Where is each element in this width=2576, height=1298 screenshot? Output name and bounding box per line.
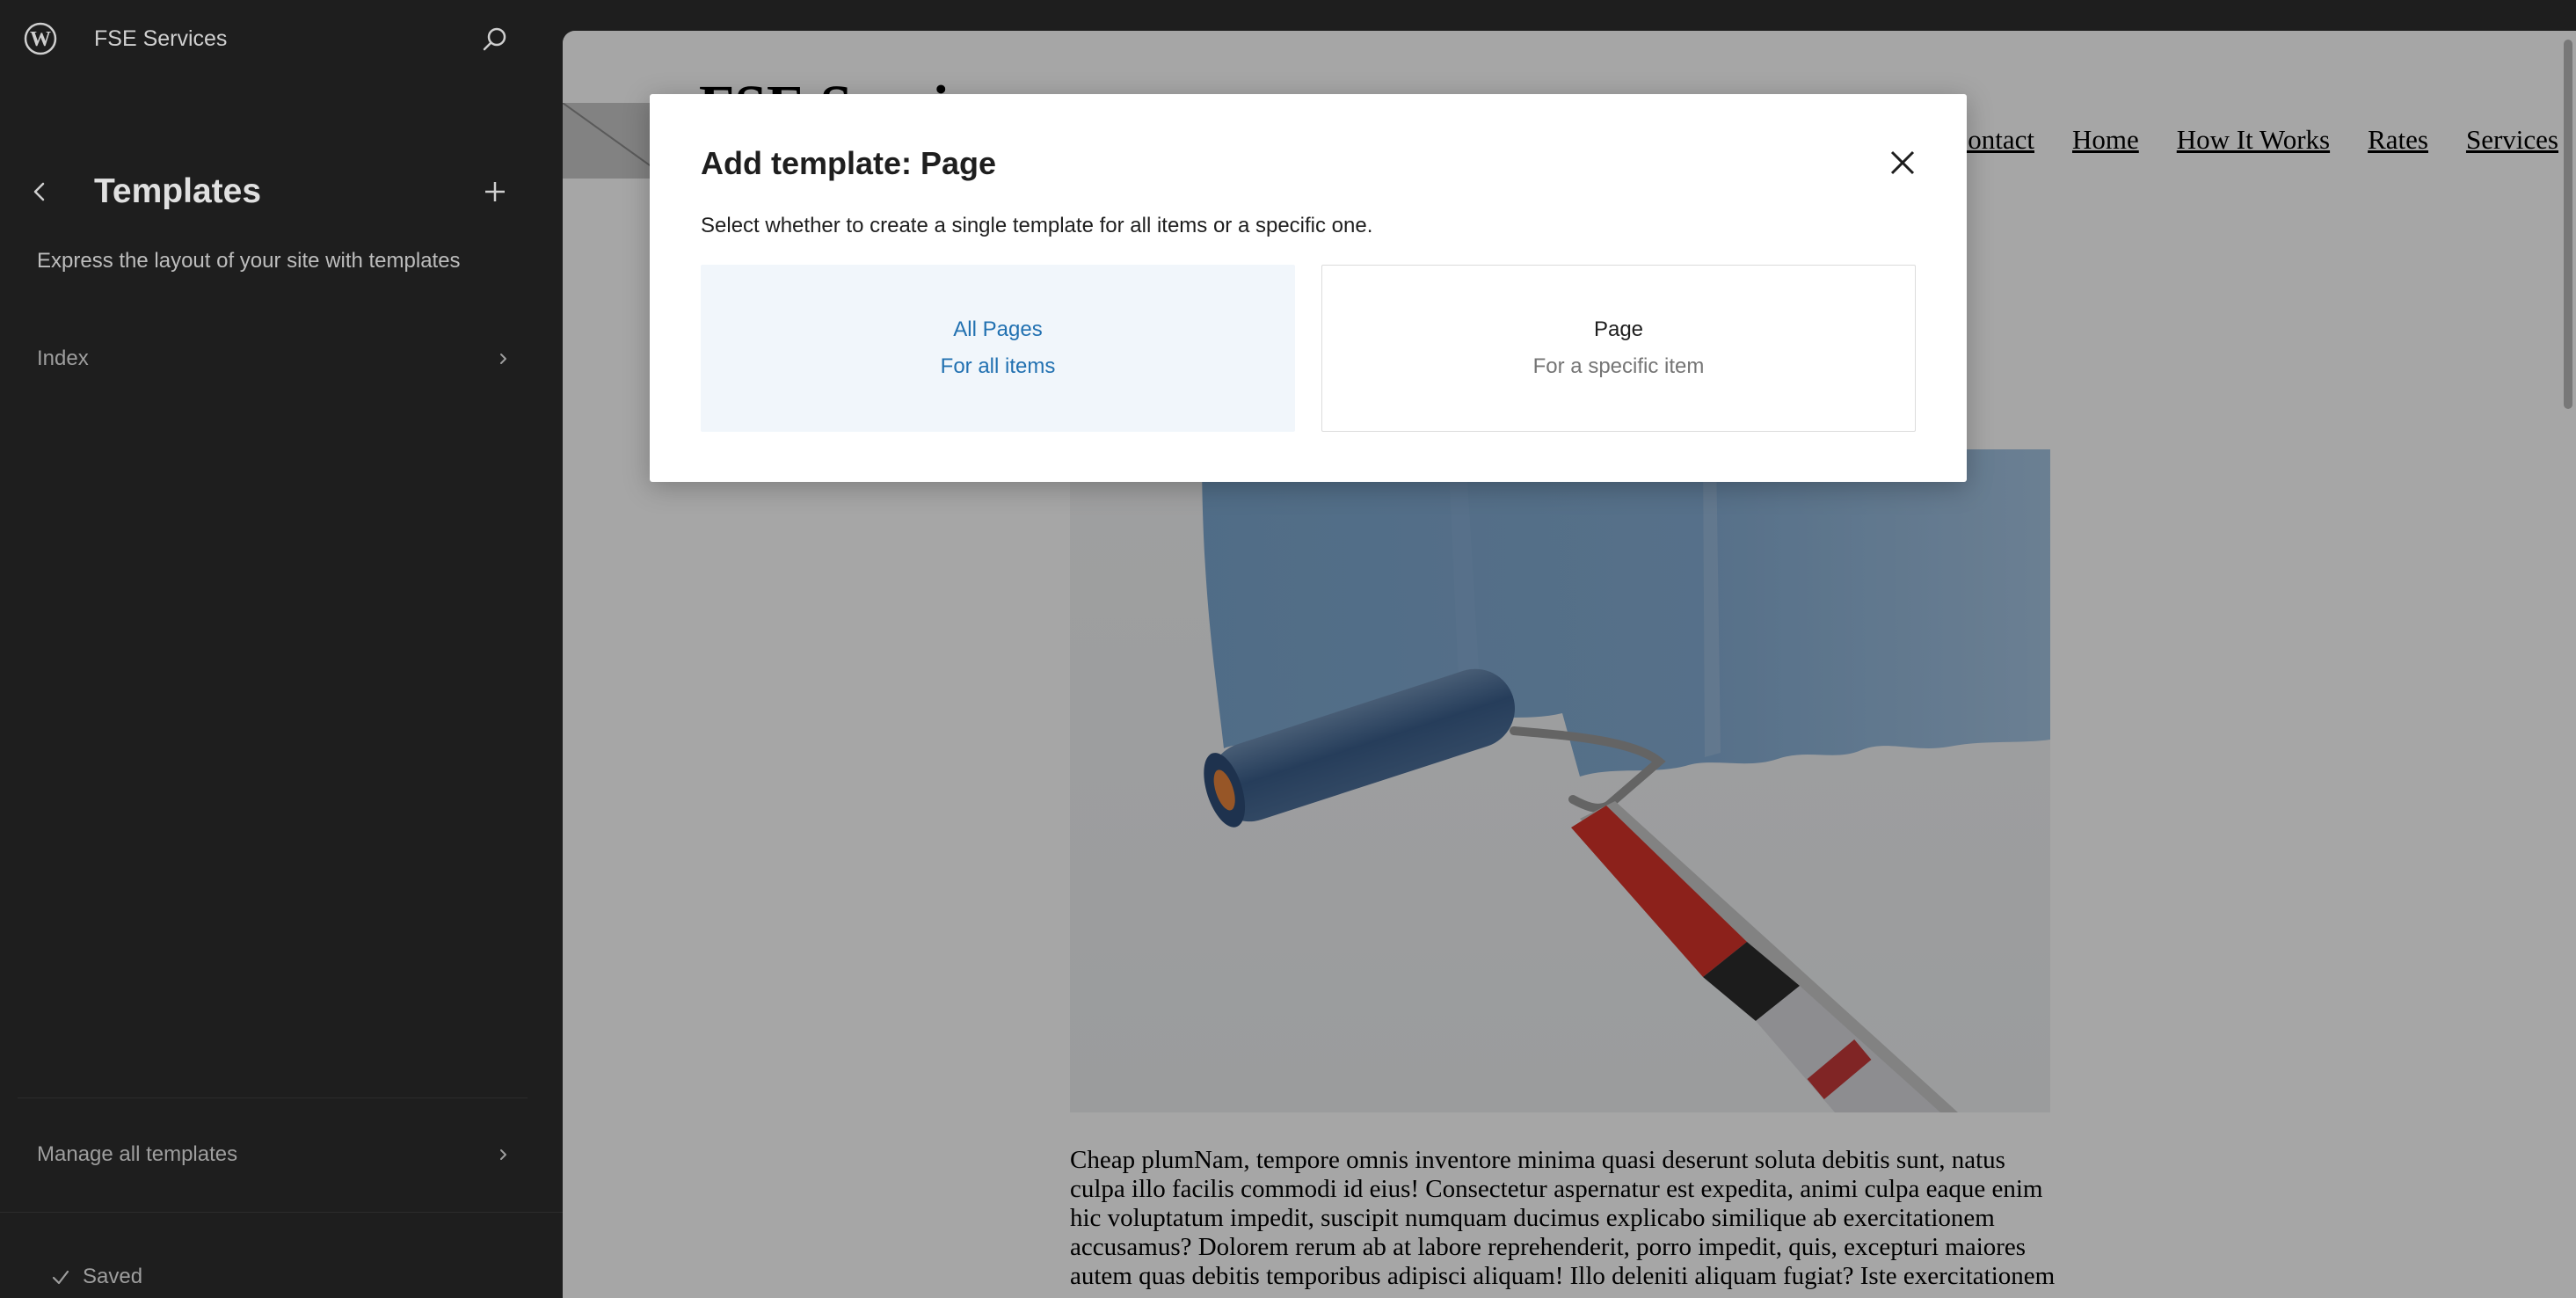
sidebar: W FSE Services Templates Express the lay…	[0, 0, 563, 1298]
dialog-description: Select whether to create a single templa…	[701, 214, 1373, 237]
option-title: All Pages	[953, 317, 1043, 341]
checkmark-icon	[52, 1270, 69, 1285]
option-subtitle: For all items	[940, 354, 1056, 378]
sidebar-item-index[interactable]: Index	[37, 335, 512, 383]
sidebar-title: Templates	[94, 172, 262, 210]
divider	[0, 1212, 563, 1213]
site-name[interactable]: FSE Services	[94, 26, 227, 52]
add-template-dialog: Add template: Page Select whether to cre…	[650, 94, 1967, 482]
close-icon[interactable]	[1885, 145, 1920, 180]
save-status: Saved	[51, 1265, 142, 1289]
manage-all-templates-label: Manage all templates	[37, 1142, 238, 1166]
dialog-title: Add template: Page	[701, 145, 997, 181]
search-icon[interactable]	[479, 24, 511, 55]
svg-text:W: W	[30, 28, 51, 51]
sidebar-item-label: Index	[37, 346, 89, 370]
save-status-label: Saved	[83, 1265, 143, 1288]
back-arrow-icon[interactable]	[26, 176, 53, 208]
chevron-right-icon	[500, 354, 506, 364]
plus-icon[interactable]	[479, 176, 511, 208]
option-title: Page	[1593, 317, 1644, 341]
manage-all-templates-link[interactable]: Manage all templates	[37, 1131, 512, 1178]
divider	[18, 1097, 528, 1098]
sidebar-description: Express the layout of your site with tem…	[37, 249, 461, 273]
option-subtitle: For a specific item	[1532, 354, 1705, 378]
wordpress-logo-icon[interactable]: W	[23, 21, 58, 56]
chevron-right-icon	[500, 1149, 506, 1160]
specific-page-option-button[interactable]: Page For a specific item	[1321, 265, 1916, 432]
all-pages-option-button[interactable]: All Pages For all items	[701, 265, 1295, 432]
